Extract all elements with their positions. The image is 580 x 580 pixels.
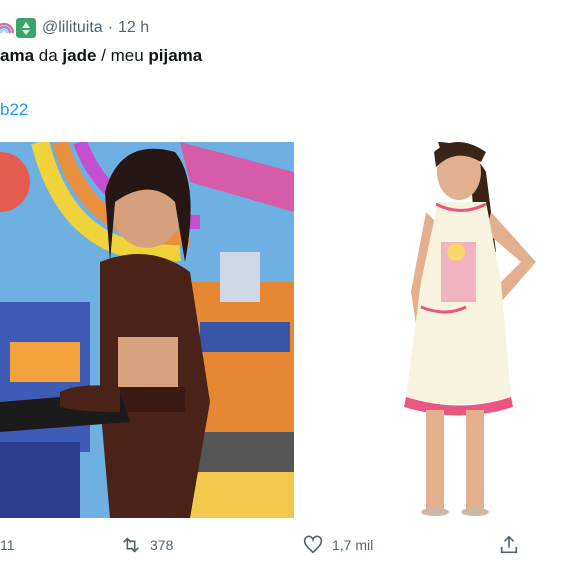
photo-left-illustration [0,142,294,518]
tweet-text-part: jade [62,46,97,65]
tweet-header: @lilituita · 12 h [0,14,149,42]
heart-icon [303,535,323,554]
reply-action[interactable]: 11 [0,537,15,553]
retweet-icon [123,537,139,553]
tweet-text-part: pijama [148,46,203,65]
user-handle[interactable]: @lilituita [42,19,103,37]
tweet-actions: 11 378 1,7 mil [0,532,580,564]
rainbow-icon [0,22,14,34]
timestamp[interactable]: 12 h [118,19,149,37]
media-photo-right[interactable] [296,142,580,518]
reply-count: 11 [0,537,15,553]
media-photo-left[interactable] [0,142,294,518]
retweet-button[interactable]: 378 [120,534,173,556]
tweet-text-part: / meu [96,46,149,65]
like-count: 1,7 mil [332,537,374,553]
tweet-text-part: ama [0,46,39,65]
tweet-media[interactable] [0,142,580,518]
retweet-count: 378 [150,537,174,553]
tweet-text: ama da jade / meu pijama [0,46,202,66]
share-icon [500,535,518,554]
name-emojis [0,18,36,38]
share-button[interactable] [498,534,520,556]
like-button[interactable]: 1,7 mil [302,534,373,556]
hashtag-link[interactable]: b22 [0,100,28,120]
recycle-icon [16,18,36,38]
separator-dot: · [107,19,114,36]
photo-right-illustration [296,142,580,518]
tweet-text-part: da [38,46,63,65]
